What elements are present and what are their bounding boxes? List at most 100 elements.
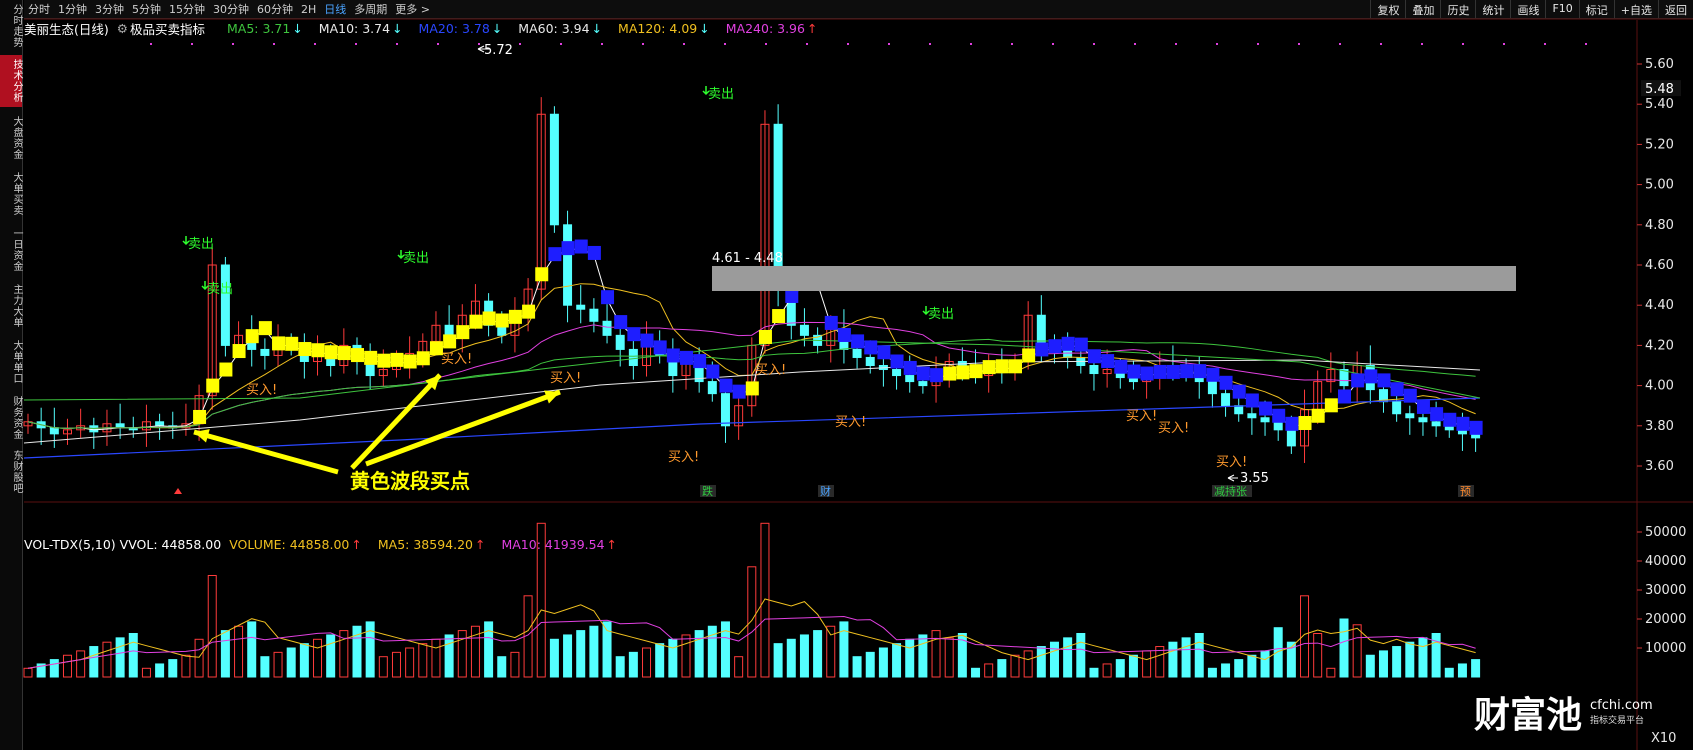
volume-bar[interactable] xyxy=(628,651,638,678)
volume-bar[interactable] xyxy=(1365,654,1375,678)
volume-bar[interactable] xyxy=(1168,641,1178,678)
volume-bar[interactable] xyxy=(444,634,454,678)
candle[interactable] xyxy=(852,348,862,358)
volume-bar[interactable] xyxy=(1457,663,1467,678)
candle[interactable] xyxy=(155,421,165,427)
volume-bar[interactable] xyxy=(918,634,928,678)
volume-bar[interactable] xyxy=(313,638,323,678)
candle[interactable] xyxy=(1260,417,1270,423)
candle[interactable] xyxy=(1221,393,1231,407)
candle[interactable] xyxy=(1247,413,1257,419)
candle[interactable] xyxy=(615,334,625,350)
volume-bar[interactable] xyxy=(1207,667,1217,678)
volume-bar[interactable] xyxy=(1313,633,1323,678)
volume-bar[interactable] xyxy=(1352,624,1362,678)
candle[interactable] xyxy=(918,381,928,387)
volume-bar[interactable] xyxy=(378,656,388,678)
volume-bar[interactable] xyxy=(878,647,888,678)
volume-bar[interactable] xyxy=(141,667,151,678)
candle[interactable] xyxy=(1392,401,1402,415)
volume-bar[interactable] xyxy=(1392,646,1402,678)
volume-bar[interactable] xyxy=(1023,650,1033,678)
volume-bar[interactable] xyxy=(852,656,862,678)
candle[interactable] xyxy=(1339,369,1349,387)
volume-bar[interactable] xyxy=(220,630,230,678)
volume-bar[interactable] xyxy=(1128,654,1138,678)
candle[interactable] xyxy=(1234,405,1244,415)
volume-bar[interactable] xyxy=(655,643,665,678)
volume-bar[interactable] xyxy=(1339,618,1349,678)
candle[interactable] xyxy=(1273,421,1283,431)
volume-bar[interactable] xyxy=(1247,654,1257,678)
candle[interactable] xyxy=(444,324,454,336)
candle[interactable] xyxy=(576,304,586,310)
candle[interactable] xyxy=(1089,365,1099,375)
volume-bar[interactable] xyxy=(181,654,191,678)
candle[interactable] xyxy=(720,393,730,427)
volume-bar[interactable] xyxy=(1089,667,1099,678)
volume-bar[interactable] xyxy=(944,637,954,678)
volume-bar[interactable] xyxy=(102,641,112,678)
volume-bar[interactable] xyxy=(799,634,809,678)
volume-bar[interactable] xyxy=(984,663,994,678)
volume-bar[interactable] xyxy=(615,656,625,678)
volume-bar[interactable] xyxy=(194,638,204,678)
candle[interactable] xyxy=(260,348,270,356)
candle[interactable] xyxy=(49,427,59,435)
volume-bar[interactable] xyxy=(1115,659,1125,678)
volume-bar[interactable] xyxy=(1418,637,1428,678)
volume-bar[interactable] xyxy=(1405,641,1415,678)
volume-bar[interactable] xyxy=(76,650,86,678)
candle[interactable] xyxy=(1418,417,1428,423)
volume-bar[interactable] xyxy=(326,634,336,678)
volume-bar[interactable] xyxy=(299,643,309,678)
volume-bar[interactable] xyxy=(905,638,915,678)
volume-bar[interactable] xyxy=(1036,646,1046,678)
volume-bar[interactable] xyxy=(971,667,981,678)
candle[interactable] xyxy=(628,348,638,367)
volume-bar[interactable] xyxy=(418,643,428,678)
kline-chart[interactable]: 5.60 5.40 5.20 5.00 4.80 4.60 4.40 4.20 4.00 3.80… xyxy=(0,0,1693,750)
volume-bar[interactable] xyxy=(813,630,823,678)
candle[interactable] xyxy=(892,369,902,377)
volume-bar[interactable] xyxy=(286,647,296,678)
volume-bar[interactable] xyxy=(260,656,270,678)
volume-bar[interactable] xyxy=(576,630,586,678)
volume-bar[interactable] xyxy=(786,638,796,678)
volume-bar[interactable] xyxy=(681,634,691,678)
volume-bar[interactable] xyxy=(931,630,941,678)
volume-bar[interactable] xyxy=(391,651,401,678)
volume-bar[interactable] xyxy=(997,659,1007,678)
candle[interactable] xyxy=(1286,429,1296,447)
volume-bar[interactable] xyxy=(694,630,704,678)
volume-bar[interactable] xyxy=(510,651,520,678)
volume-bar[interactable] xyxy=(1102,663,1112,678)
volume-bar[interactable] xyxy=(1194,633,1204,678)
volume-bar[interactable] xyxy=(892,643,902,678)
volume-bar[interactable] xyxy=(431,638,441,678)
candle[interactable] xyxy=(707,381,717,395)
candle[interactable] xyxy=(549,113,559,226)
volume-bar[interactable] xyxy=(549,638,559,678)
indicator-settings-icon[interactable]: ⚙ xyxy=(117,21,128,36)
volume-bar[interactable] xyxy=(1076,633,1086,678)
volume-bar[interactable] xyxy=(115,637,125,678)
candle[interactable] xyxy=(589,308,599,322)
volume-bar[interactable] xyxy=(207,575,217,678)
volume-bar[interactable] xyxy=(497,656,507,678)
volume-bar[interactable] xyxy=(49,659,59,678)
candle[interactable] xyxy=(602,320,612,336)
volume-bar[interactable] xyxy=(747,566,757,678)
volume-bar[interactable] xyxy=(155,663,165,678)
volume-bar[interactable] xyxy=(589,625,599,678)
volume-bar[interactable] xyxy=(62,654,72,678)
volume-bar[interactable] xyxy=(1155,646,1165,678)
volume-bar[interactable] xyxy=(1049,641,1059,678)
candle[interactable] xyxy=(905,375,915,383)
candle[interactable] xyxy=(115,423,125,429)
volume-bar[interactable] xyxy=(1063,637,1073,678)
volume-bar[interactable] xyxy=(668,638,678,678)
volume-bar[interactable] xyxy=(734,656,744,678)
volume-bar[interactable] xyxy=(89,646,99,678)
volume-bar[interactable] xyxy=(1142,650,1152,678)
